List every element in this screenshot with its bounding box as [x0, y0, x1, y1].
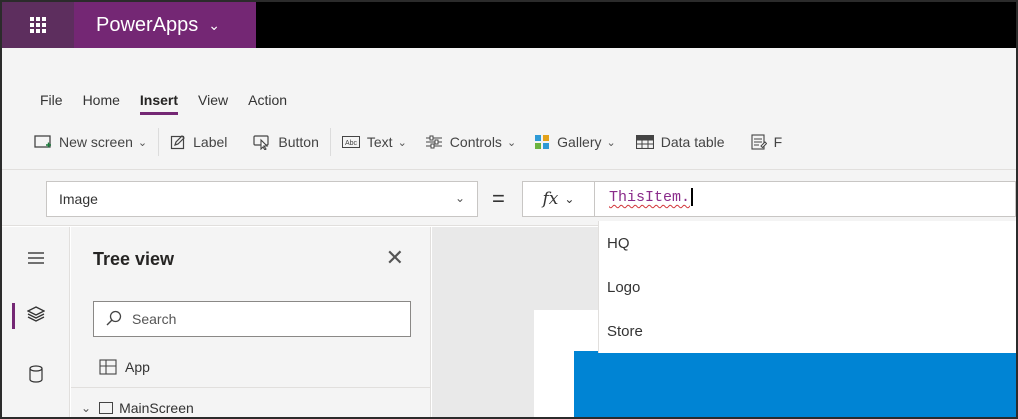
- data-sources-rail-button[interactable]: [2, 351, 70, 401]
- button-insert-button[interactable]: Button: [253, 124, 319, 160]
- chevron-down-icon: ⌄: [137, 136, 148, 149]
- controls-sliders-icon: [425, 134, 443, 150]
- button-insert-label: Button: [278, 134, 319, 150]
- equals-sign: =: [492, 186, 505, 211]
- controls-menu-label: Controls: [449, 134, 502, 150]
- tab-insert[interactable]: Insert: [139, 92, 179, 115]
- chevron-down-icon: ⌄: [454, 191, 465, 205]
- tree-node-app-label: App: [125, 359, 150, 375]
- tree-view-panel: Tree view ✕ App ⌄ MainScreen: [71, 227, 431, 417]
- formula-bar: Image ⌄ = fx ⌄ ThisItem.: [2, 170, 1016, 226]
- svg-text:Abc: Abc: [345, 140, 358, 147]
- tree-node-app[interactable]: App: [99, 359, 150, 375]
- tree-node-mainscreen-label: MainScreen: [119, 400, 194, 416]
- label-edit-icon: [170, 134, 186, 150]
- label-button[interactable]: Label: [170, 124, 227, 160]
- tree-node-mainscreen[interactable]: ⌄ MainScreen: [81, 400, 194, 416]
- insert-toolbar: New screen ⌄ Label Button Abc Text ⌄ Con…: [2, 124, 1016, 160]
- suggestion-item[interactable]: HQ: [599, 221, 1016, 265]
- property-value: Image: [59, 191, 98, 207]
- new-screen-button[interactable]: New screen ⌄: [34, 124, 147, 160]
- controls-menu-button[interactable]: Controls ⌄: [425, 124, 516, 160]
- forms-menu-label: F: [773, 134, 783, 150]
- chevron-down-icon: ⌄: [506, 136, 517, 149]
- forms-menu-button[interactable]: F: [751, 124, 783, 160]
- app-launcher-button[interactable]: [2, 2, 74, 48]
- data-table-label: Data table: [660, 134, 725, 150]
- tab-view[interactable]: View: [198, 92, 228, 112]
- tree-view-rail-button[interactable]: [2, 291, 70, 341]
- property-dropdown[interactable]: Image ⌄: [46, 181, 478, 217]
- data-table-button[interactable]: Data table: [635, 124, 725, 160]
- tree-view-title: Tree view: [93, 249, 175, 269]
- hamburger-menu-button[interactable]: [2, 235, 70, 285]
- chevron-down-icon: ⌄: [564, 192, 575, 206]
- tree-divider: [71, 387, 431, 388]
- screen-icon: [99, 402, 114, 414]
- window-frame: PowerApps ⌄ File Home Insert View Action…: [0, 0, 1018, 419]
- hamburger-icon: [28, 251, 44, 269]
- gallery-menu-label: Gallery: [557, 134, 602, 150]
- menu-tabs: File Home Insert View Action: [40, 92, 307, 115]
- chevron-down-icon: ⌄: [397, 136, 407, 149]
- text-caret: [691, 188, 694, 206]
- waffle-icon: [30, 17, 46, 33]
- gallery-icon: [534, 134, 550, 150]
- search-icon: [106, 310, 122, 329]
- close-icon[interactable]: ✕: [386, 247, 404, 269]
- text-menu-button[interactable]: Abc Text ⌄: [341, 124, 407, 160]
- app-icon: [99, 359, 117, 375]
- new-screen-label: New screen: [59, 134, 133, 150]
- tab-action[interactable]: Action: [248, 92, 287, 112]
- toolbar-divider: [158, 128, 160, 156]
- suggestion-item[interactable]: Store: [599, 309, 1016, 353]
- button-cursor-icon: [253, 134, 271, 150]
- tab-file[interactable]: File: [40, 92, 63, 112]
- tree-search-input[interactable]: [132, 311, 382, 327]
- label-button-text: Label: [193, 134, 228, 150]
- text-input-icon: Abc: [341, 135, 360, 149]
- toolbar-divider: [329, 128, 331, 156]
- tab-home[interactable]: Home: [83, 92, 120, 112]
- text-menu-label: Text: [366, 134, 393, 150]
- layers-icon: [26, 305, 46, 327]
- fx-icon: fx: [542, 189, 559, 209]
- tree-search-box[interactable]: [93, 301, 411, 337]
- chevron-down-icon: ⌄: [606, 136, 616, 149]
- canvas-blue-rectangle[interactable]: [574, 351, 1016, 417]
- database-icon: [29, 364, 43, 388]
- chevron-down-icon: ⌄: [81, 401, 92, 415]
- app-name: PowerApps: [96, 13, 199, 36]
- formula-text-field[interactable]: ThisItem.: [609, 188, 694, 206]
- new-screen-icon: [34, 134, 52, 150]
- suggestion-item[interactable]: Logo: [599, 265, 1016, 309]
- formula-text: ThisItem.: [609, 188, 691, 206]
- intellisense-dropdown: HQ Logo Store: [598, 221, 1016, 353]
- fx-function-button[interactable]: fx ⌄: [523, 182, 595, 216]
- gallery-menu-button[interactable]: Gallery ⌄: [534, 124, 616, 160]
- left-rail: [2, 227, 70, 417]
- data-table-icon: [635, 135, 654, 149]
- formula-input-area[interactable]: fx ⌄ ThisItem.: [522, 181, 1016, 217]
- chevron-down-icon: ⌄: [208, 16, 221, 33]
- app-name-menu[interactable]: PowerApps ⌄: [74, 2, 256, 48]
- forms-icon: [751, 134, 767, 150]
- ribbon: File Home Insert View Action New screen …: [2, 48, 1016, 170]
- app-bar: PowerApps ⌄: [2, 2, 1016, 48]
